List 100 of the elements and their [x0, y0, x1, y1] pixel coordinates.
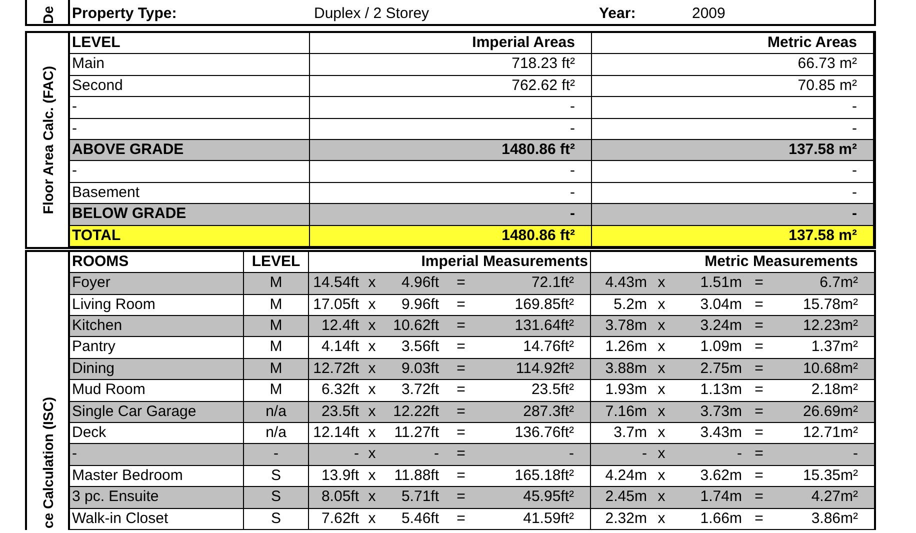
table-cell: = — [441, 444, 481, 466]
section-label: Floor Area Calc. (FAC) — [40, 66, 56, 214]
table-cell: M — [244, 316, 309, 338]
table-cell: 1.66m — [674, 508, 744, 530]
table-cell: 114.92ft² — [481, 358, 591, 380]
table-cell: 1.51m — [674, 273, 744, 295]
table-cell: 12.22ft — [383, 402, 441, 424]
field-value: Duplex / 2 Storey — [313, 4, 430, 24]
table-cell: x — [361, 402, 383, 424]
table-cell: 9.03ft — [383, 358, 441, 380]
table-cell: = — [744, 273, 774, 295]
table-cell: 10.62ft — [383, 316, 441, 338]
table-cell: 10.68m² — [774, 358, 874, 380]
table-cell: 1480.86 ft² — [310, 226, 592, 247]
table-cell: = — [744, 444, 774, 466]
table-cell: - — [481, 444, 591, 466]
table-cell: x — [361, 444, 383, 466]
table-cell: - — [310, 97, 592, 119]
table-cell: x — [361, 487, 383, 509]
table-cell: - — [592, 97, 874, 119]
table-cell: 70.85 m² — [592, 76, 874, 98]
table-cell: 14.54ft — [309, 273, 361, 295]
column-header: Imperial Areas — [310, 33, 592, 54]
table-cell: = — [744, 508, 774, 530]
table-cell: x — [649, 402, 674, 424]
table-cell: 1480.86 ft² — [310, 140, 592, 162]
table-cell: 4.27m² — [774, 487, 874, 509]
table-cell: BELOW GRADE — [70, 204, 310, 226]
column-header: LEVEL — [70, 33, 310, 54]
table-cell: 5.46ft — [383, 508, 441, 530]
column-header: Metric Areas — [592, 33, 874, 54]
table-cell: 131.64ft² — [481, 316, 591, 338]
table-cell: x — [649, 487, 674, 509]
table-cell: 137.58 m² — [592, 140, 874, 162]
table-cell: = — [441, 316, 481, 338]
table-cell: x — [361, 358, 383, 380]
table-cell: 12.72ft — [309, 358, 361, 380]
table-cell: S — [244, 487, 309, 509]
table-cell: x — [649, 444, 674, 466]
table-cell: 137.58 m² — [592, 226, 874, 247]
table-cell: = — [441, 358, 481, 380]
table-cell: = — [744, 316, 774, 338]
table-cell: = — [441, 487, 481, 509]
table-cell: 45.95ft² — [481, 487, 591, 509]
table-cell: = — [441, 273, 481, 295]
section-label: De — [40, 6, 56, 24]
table-cell: S — [244, 508, 309, 530]
table-cell: x — [649, 508, 674, 530]
table-cell: Kitchen — [70, 316, 244, 338]
table-cell: 3.86m² — [774, 508, 874, 530]
table-cell: Main — [70, 54, 310, 76]
table-cell: 287.3ft² — [481, 402, 591, 424]
table-cell: - — [774, 444, 874, 466]
table-cell: 4.43m — [591, 273, 649, 295]
table-cell: 718.23 ft² — [310, 54, 592, 76]
table-cell: 2.45m — [591, 487, 649, 509]
table-cell: Single Car Garage — [70, 402, 244, 424]
table-cell: 3.88m — [591, 358, 649, 380]
field-value: 2009 — [691, 4, 726, 24]
table-cell: 3.78m — [591, 316, 649, 338]
table-cell: - — [310, 204, 592, 226]
table-cell: 23.5ft — [309, 402, 361, 424]
table-cell: 762.62 ft² — [310, 76, 592, 98]
table-cell: 3.24m — [674, 316, 744, 338]
table-cell: n/a — [244, 402, 309, 424]
table-cell: - — [244, 444, 309, 466]
table-cell: - — [70, 444, 244, 466]
table-cell: = — [744, 487, 774, 509]
table-cell: M — [244, 273, 309, 295]
table-cell: x — [361, 316, 383, 338]
table-cell: - — [310, 161, 592, 183]
table-cell: 12.23m² — [774, 316, 874, 338]
table-cell: 5.71ft — [383, 487, 441, 509]
table-cell: 2.75m — [674, 358, 744, 380]
table-cell: - — [674, 444, 744, 466]
table-cell: = — [441, 402, 481, 424]
table-cell: x — [361, 273, 383, 295]
table-cell: - — [70, 97, 310, 119]
table-cell: - — [592, 161, 874, 183]
table-cell: Dining — [70, 358, 244, 380]
table-cell: 1.74m — [674, 487, 744, 509]
table-cell: x — [361, 508, 383, 530]
table-cell: 72.1ft² — [481, 273, 591, 295]
table-cell: M — [244, 358, 309, 380]
table-cell: x — [649, 273, 674, 295]
table-cell: 3 pc. Ensuite — [70, 487, 244, 509]
table-cell: 26.69m² — [774, 402, 874, 424]
table-cell: 66.73 m² — [592, 54, 874, 76]
table-cell: 7.62ft — [309, 508, 361, 530]
table-cell: - — [70, 161, 310, 183]
table-cell: 6.7m² — [774, 273, 874, 295]
table-cell: - — [592, 204, 874, 226]
table-cell: 8.05ft — [309, 487, 361, 509]
field-label: Year: — [598, 4, 637, 24]
table-cell: - — [591, 444, 649, 466]
table-cell: 2.32m — [591, 508, 649, 530]
table-cell: x — [649, 358, 674, 380]
table-cell: 7.16m — [591, 402, 649, 424]
table-cell: Walk-in Closet — [70, 508, 244, 530]
table-cell: x — [649, 316, 674, 338]
